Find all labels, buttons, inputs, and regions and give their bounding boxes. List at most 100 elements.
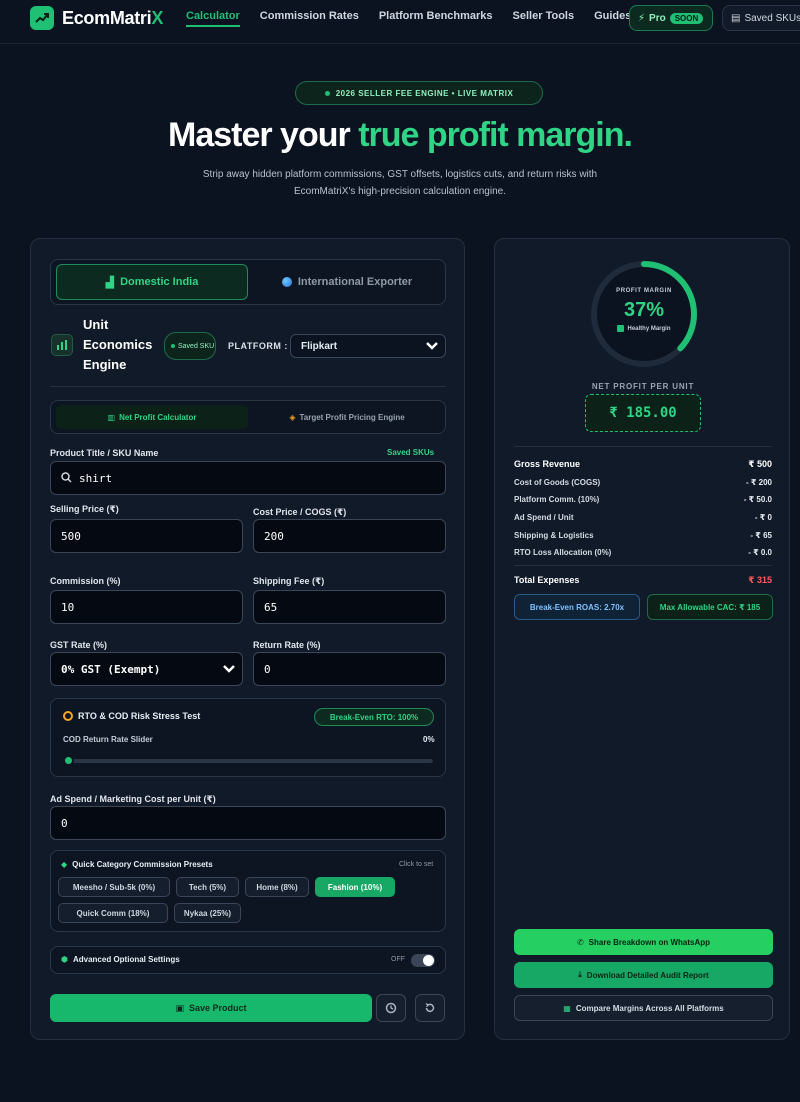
document-icon: ▤ <box>731 12 741 24</box>
preset-chip-fashion[interactable]: Fashion (10%) <box>315 877 395 897</box>
breakdown-row: Ad Spend / Unit - ₹ 0 <box>514 513 772 522</box>
breakdown-row: RTO Loss Allocation (0%) - ₹ 0.0 <box>514 548 772 557</box>
search-icon <box>61 472 72 483</box>
gauge-value: 37% <box>623 299 665 321</box>
share-whatsapp-button[interactable]: ✆ Share Breakdown on WhatsApp <box>514 929 773 955</box>
rto-slider-handle[interactable] <box>63 755 74 766</box>
cost-price-label: Cost Price / COGS (₹) <box>253 507 347 517</box>
market-mode-toggle: ▟ Domestic India International Exporter <box>50 259 446 305</box>
rto-slider-label: COD Return Rate Slider <box>63 735 153 744</box>
mode-international-exporter[interactable]: International Exporter <box>251 264 443 300</box>
reset-button[interactable] <box>415 994 445 1022</box>
nav-link-guides[interactable]: Guides <box>594 10 631 27</box>
tab-target-profit-pricing[interactable]: ◈ Target Profit Pricing Engine <box>251 405 443 429</box>
compare-icon: ▦ <box>563 1003 571 1013</box>
check-icon <box>617 325 625 332</box>
product-search-input[interactable]: shirt <box>50 461 446 495</box>
gst-rate-label: GST Rate (%) <box>50 640 108 650</box>
preset-chip-tech[interactable]: Tech (5%) <box>176 877 239 897</box>
advanced-settings[interactable]: ⬢ Advanced Optional Settings OFF <box>50 946 446 974</box>
whatsapp-icon: ✆ <box>576 937 584 947</box>
divider <box>50 386 446 387</box>
selling-price-input[interactable]: 500 <box>50 519 243 553</box>
bolt-icon: ⚡ <box>638 12 646 24</box>
pro-button[interactable]: ⚡ Pro SOON <box>629 5 713 31</box>
bar-chart-icon <box>51 334 73 356</box>
tag-icon: ◆ <box>61 860 68 869</box>
ad-spend-input[interactable]: 0 <box>50 806 446 840</box>
warning-icon <box>63 711 73 721</box>
globe-icon <box>281 277 292 287</box>
hero-tag: 2026 SELLER FEE ENGINE • LIVE MATRIX <box>295 81 543 105</box>
preset-chip-meesho[interactable]: Meesho / Sub-5k (0%) <box>58 877 170 897</box>
divider <box>514 446 772 447</box>
nav-link-calculator[interactable]: Calculator <box>186 10 240 27</box>
break-even-roas-badge: Break-Even ROAS: 2.70x <box>514 594 640 620</box>
calculator-mode-toggle: ▥ Net Profit Calculator ◈ Target Profit … <box>50 400 446 434</box>
history-icon <box>385 1002 397 1014</box>
calculator-panel: ▟ Domestic India International Exporter … <box>30 238 465 1040</box>
compare-platforms-button[interactable]: ▦ Compare Margins Across All Platforms <box>514 995 773 1021</box>
mode-domestic-india[interactable]: ▟ Domestic India <box>56 264 248 300</box>
save-icon: ▣ <box>175 1002 184 1013</box>
return-rate-input[interactable]: 0 <box>253 652 446 686</box>
top-nav: EcomMatriX Calculator Commission Rates P… <box>0 0 800 44</box>
ad-spend-label: Ad Spend / Marketing Cost per Unit (₹) <box>50 794 216 804</box>
tab-net-profit-calculator[interactable]: ▥ Net Profit Calculator <box>56 405 248 429</box>
download-icon: ⤓ <box>578 970 582 979</box>
hero-title: Master your true profit margin. <box>168 116 633 154</box>
brand-name: EcomMatriX <box>62 7 164 28</box>
breakdown-row: Gross Revenue ₹ 500 <box>514 459 772 469</box>
breakdown-row: Cost of Goods (COGS) - ₹ 200 <box>514 478 772 487</box>
nav-link-commission-rates[interactable]: Commission Rates <box>260 10 359 27</box>
history-button[interactable] <box>376 994 406 1022</box>
shipping-fee-label: Shipping Fee (₹) <box>253 576 325 586</box>
shipping-fee-input[interactable]: 65 <box>253 590 446 624</box>
settings-icon: ⬢ <box>61 955 68 964</box>
preset-chip-nykaa[interactable]: Nykaa (25%) <box>174 903 241 923</box>
rto-stress-test: RTO & COD Risk Stress Test Break-Even RT… <box>50 698 446 777</box>
saved-skus-button[interactable]: ▤ Saved SKUs <box>722 5 800 31</box>
product-label: Product Title / SKU Name <box>50 448 159 458</box>
nav-link-platform-benchmarks[interactable]: Platform Benchmarks <box>379 10 493 27</box>
commission-label: Commission (%) <box>50 576 121 586</box>
status-dot-icon <box>171 344 175 348</box>
max-cac-badge: Max Allowable CAC: ₹ 185 <box>647 594 773 620</box>
calculator-icon: ▥ <box>107 412 116 422</box>
gauge-label: PROFIT MARGIN <box>616 288 672 294</box>
download-report-button[interactable]: ⤓ Download Detailed Audit Report <box>514 962 773 988</box>
platform-select[interactable]: Flipkart <box>290 334 446 358</box>
preset-chip-quick-comm[interactable]: Quick Comm (18%) <box>58 903 168 923</box>
total-expenses-row: Total Expenses ₹ 315 <box>514 575 772 585</box>
engine-title: Unit Economics Engine <box>83 317 153 372</box>
advanced-settings-toggle[interactable] <box>411 954 435 967</box>
breakdown-row: Shipping & Logistics - ₹ 65 <box>514 531 772 540</box>
saved-skus-link[interactable]: Saved SKUs <box>387 448 434 457</box>
target-icon: ◈ <box>289 412 296 422</box>
saved-sku-badge[interactable]: Saved SKU <box>164 332 216 360</box>
reset-icon <box>425 1002 435 1013</box>
gst-rate-select[interactable]: 0% GST (Exempt) <box>50 652 243 686</box>
save-product-button[interactable]: ▣ Save Product <box>50 994 372 1022</box>
chart-icon: ▟ <box>105 276 115 289</box>
commission-input[interactable]: 10 <box>50 590 243 624</box>
brand[interactable]: EcomMatriX <box>30 6 163 30</box>
cost-price-input[interactable]: 200 <box>253 519 446 553</box>
rto-slider-value: 0% <box>423 735 435 744</box>
rto-slider-track[interactable] <box>65 759 433 763</box>
chevron-down-icon <box>223 665 235 673</box>
health-indicator: Healthy Margin <box>588 325 700 332</box>
chevron-down-icon <box>426 342 438 350</box>
trend-up-icon <box>30 6 54 30</box>
nav-link-seller-tools[interactable]: Seller Tools <box>513 10 575 27</box>
live-dot-icon <box>324 90 330 96</box>
break-even-rto-badge: Break-Even RTO: 100% <box>314 708 434 726</box>
selling-price-label: Selling Price (₹) <box>50 504 119 514</box>
breakdown-row: Platform Comm. (10%) - ₹ 50.0 <box>514 495 772 504</box>
preset-hint: Click to set <box>399 861 434 868</box>
hero-subtitle: Strip away hidden platform commissions, … <box>202 169 598 197</box>
commission-presets: ◆ Quick Category Commission Presets Clic… <box>50 850 446 932</box>
soon-badge: SOON <box>669 12 704 24</box>
preset-chip-home[interactable]: Home (8%) <box>245 877 309 897</box>
return-rate-label: Return Rate (%) <box>253 640 321 650</box>
